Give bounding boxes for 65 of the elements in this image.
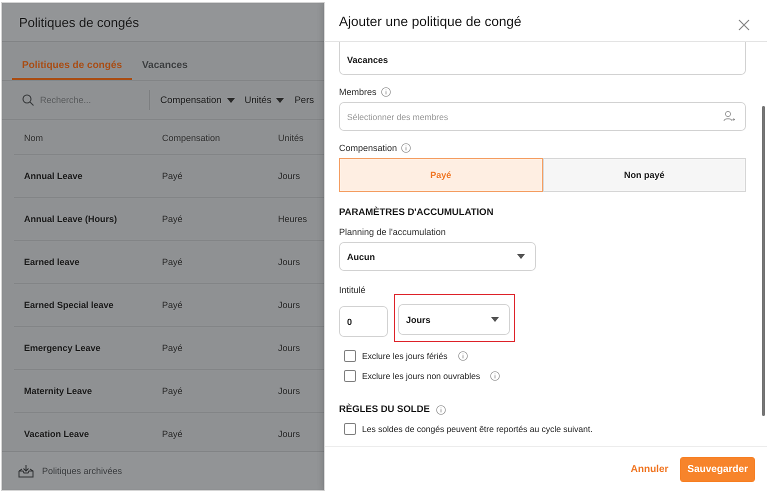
table-cell-text: Emergency Leave — [23, 343, 102, 353]
search-icon — [22, 94, 34, 106]
filter-dropdown[interactable]: Unités — [244, 94, 284, 106]
info-icon — [490, 371, 500, 381]
checkbox-label: Exclure les jours non ouvrables — [362, 371, 480, 381]
field-label: Membres — [339, 87, 377, 97]
close-button[interactable] — [737, 18, 751, 32]
inbox-icon — [18, 464, 34, 478]
table-cell-text: Payé — [161, 343, 184, 353]
table-cell-text: Jours — [277, 300, 300, 310]
tab[interactable]: Vacances — [132, 56, 198, 80]
checkbox-label: Exclure les jours fériés — [362, 351, 448, 361]
table-cell-text: Annual Leave — [23, 171, 84, 181]
table-cell-text: Jours — [277, 343, 300, 353]
caret-icon — [276, 98, 284, 102]
section-heading: PARAMÈTRES D'ACCUMULATION — [339, 207, 494, 218]
checkbox-label: Les soldes de congés peuvent être reportés au cycle suivant. — [362, 424, 593, 434]
table-cell-text: Jours — [277, 171, 300, 181]
field-label: Intitulé — [339, 285, 366, 295]
info-icon — [380, 87, 391, 97]
table-cell-text: Payé — [161, 300, 184, 310]
field-label: Compensation — [339, 143, 398, 153]
column-header: Nom — [23, 133, 44, 143]
table-cell-text: Jours — [277, 429, 300, 439]
column-header: Compensation — [161, 133, 222, 143]
members-field[interactable]: Sélectionner des membres — [339, 102, 746, 131]
section-heading: RÈGLES DU SOLDE — [339, 404, 430, 415]
table-cell-text: Payé — [161, 214, 184, 224]
filter-dropdown[interactable]: Pers — [294, 94, 314, 106]
table-cell-text: Payé — [161, 386, 184, 396]
table-cell-text: Annual Leave (Hours) — [23, 214, 118, 224]
table-cell-text: Earned Special leave — [23, 300, 115, 310]
column-header: Unités — [277, 133, 304, 143]
compensation-option[interactable]: Non payé — [542, 158, 746, 192]
table-cell-text: Payé — [161, 171, 184, 181]
info-icon — [436, 404, 446, 414]
caret-icon — [491, 317, 499, 322]
checkbox[interactable] — [344, 350, 356, 362]
amount-field[interactable]: 0 — [339, 306, 388, 337]
schedule-select[interactable]: Aucun — [339, 242, 536, 271]
table-cell-text: Payé — [161, 429, 184, 439]
page-title: Politiques de congés — [19, 14, 139, 30]
table-cell-text: Jours — [277, 386, 300, 396]
caret-icon — [517, 254, 525, 259]
save-button[interactable]: Sauvegarder — [680, 456, 755, 482]
table-cell-text: Heures — [277, 214, 308, 224]
info-icon — [401, 143, 412, 153]
unit-select[interactable]: Jours — [398, 304, 510, 335]
checkbox[interactable] — [344, 423, 356, 435]
table-cell-text: Earned leave — [23, 257, 81, 267]
checkbox[interactable] — [344, 370, 356, 382]
name-field[interactable]: Vacances — [339, 42, 746, 75]
info-icon — [458, 351, 468, 361]
table-cell-text: Jours — [277, 257, 300, 267]
add-user-icon — [723, 111, 735, 122]
field-label: Planning de l'accumulation — [339, 227, 446, 237]
table-cell-text: Payé — [161, 257, 184, 267]
table-cell-text: Maternity Leave — [23, 386, 94, 396]
archived-link[interactable]: Politiques archivées — [42, 466, 122, 476]
drawer-title: Ajouter une politique de congé — [339, 14, 522, 29]
scrollbar[interactable] — [762, 106, 765, 416]
table-cell-text: Vacation Leave — [23, 429, 90, 439]
caret-icon — [226, 98, 235, 102]
cancel-button[interactable]: Annuler — [630, 464, 668, 474]
filter-dropdown[interactable]: Compensation — [160, 94, 235, 106]
